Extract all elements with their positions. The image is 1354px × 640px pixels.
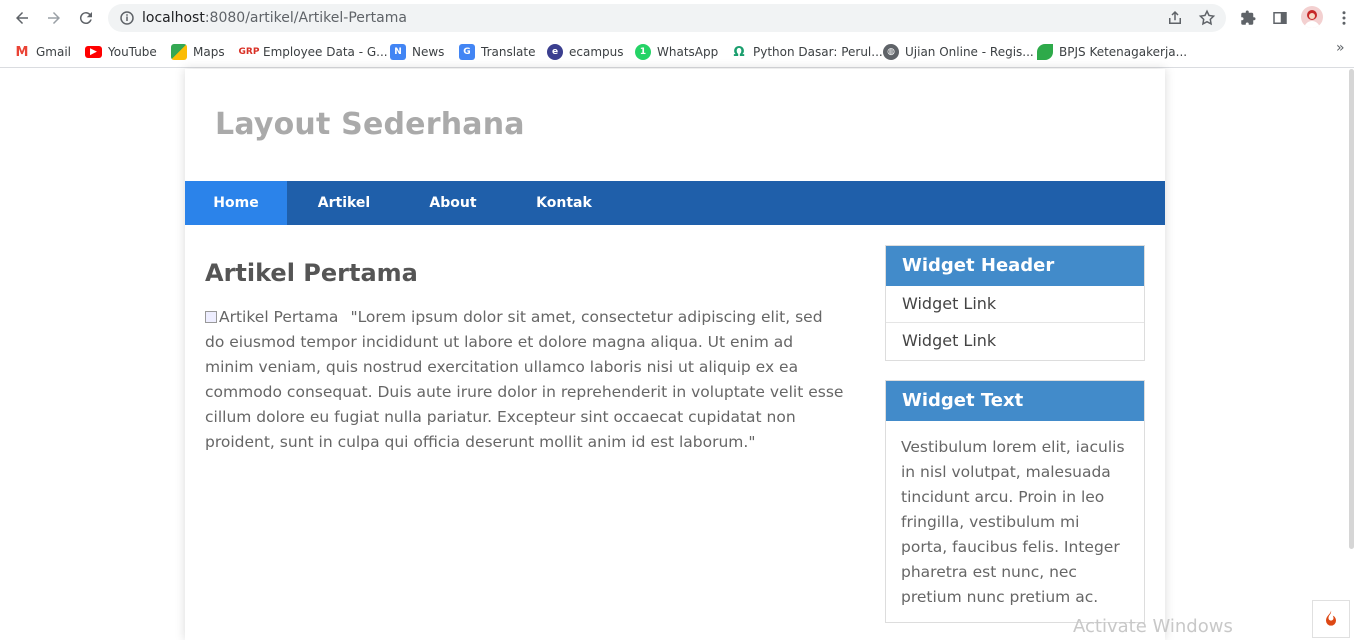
address-bar[interactable]: localhost:8080/artikel/Artikel-Pertama xyxy=(108,4,1226,32)
url-text[interactable]: localhost:8080/artikel/Artikel-Pertama xyxy=(142,10,407,26)
bookmark-translate[interactable]: G Translate xyxy=(459,42,536,62)
bookmark-gmail[interactable]: M Gmail xyxy=(14,42,71,62)
python-icon: Ω xyxy=(733,44,745,60)
bookmark-label: WhatsApp xyxy=(657,45,719,59)
bookmark-label: Python Dasar: Perul... xyxy=(753,45,883,59)
bookmark-ujian-online[interactable]: ◍ Ujian Online - Regis... xyxy=(883,42,1034,62)
maps-icon xyxy=(171,44,187,60)
info-icon[interactable] xyxy=(118,9,136,27)
widget-links: Widget Header Widget Link Widget Link xyxy=(885,245,1145,361)
bookmark-label: ecampus xyxy=(569,45,624,59)
widget-header: Widget Text xyxy=(886,381,1144,421)
widget-header: Widget Header xyxy=(886,246,1144,286)
forward-button[interactable] xyxy=(42,6,66,30)
bookmark-label: YouTube xyxy=(108,45,157,59)
browser-toolbar: localhost:8080/artikel/Artikel-Pertama xyxy=(0,0,1354,36)
bookmark-label: Maps xyxy=(193,45,225,59)
bookmark-maps[interactable]: Maps xyxy=(171,42,225,62)
bpjs-icon xyxy=(1037,44,1053,60)
bookmark-label: BPJS Ketenagakerja... xyxy=(1059,45,1188,59)
news-icon: N xyxy=(390,44,406,60)
profile-avatar[interactable] xyxy=(1301,6,1323,28)
nav-about[interactable]: About xyxy=(401,181,505,225)
bookmark-label: Employee Data - G... xyxy=(263,45,388,59)
kebab-menu-icon xyxy=(1342,11,1346,25)
bookmark-label: Gmail xyxy=(36,45,72,59)
article-body: Artikel Pertama "Lorem ipsum dolor sit am… xyxy=(205,305,845,455)
main-navigation: Home Artikel About Kontak xyxy=(185,181,1165,225)
arrow-right-icon xyxy=(48,12,60,24)
bookmark-bpjs[interactable]: BPJS Ketenagakerja... xyxy=(1037,42,1187,62)
avatar-icon xyxy=(1304,10,1320,28)
bookmark-label: News xyxy=(412,45,445,59)
broken-image-icon xyxy=(205,311,217,323)
widget-link[interactable]: Widget Link xyxy=(886,323,1144,360)
extensions-button[interactable] xyxy=(1238,8,1258,28)
bookmarks-bar: M Gmail ▶ YouTube Maps GRP Employee Data - … xyxy=(0,36,1354,68)
bookmarks-overflow-icon[interactable]: » xyxy=(1336,40,1345,56)
bookmark-youtube[interactable]: ▶ YouTube xyxy=(85,42,157,62)
widget-link[interactable]: Widget Link xyxy=(886,286,1144,323)
flame-icon xyxy=(1326,610,1336,626)
globe-icon: ◍ xyxy=(883,44,899,60)
browser-menu-button[interactable] xyxy=(1334,8,1354,28)
site-title: Layout Sederhana xyxy=(215,107,525,142)
bookmark-python-dasar[interactable]: Ω Python Dasar: Perul... xyxy=(731,42,883,62)
article-title: Artikel Pertama xyxy=(205,259,418,287)
grp-icon: GRP xyxy=(238,47,260,57)
gmail-icon: M xyxy=(15,44,29,60)
star-icon[interactable] xyxy=(1198,9,1216,27)
article-text: "Lorem ipsum dolor sit amet, consectetur… xyxy=(205,308,844,451)
share-icon[interactable] xyxy=(1166,9,1184,27)
widget-text: Widget Text Vestibulum lorem elit, iacul… xyxy=(885,380,1145,623)
nav-artikel[interactable]: Artikel xyxy=(287,181,401,225)
widget-text-body: Vestibulum lorem elit, iaculis in nisl v… xyxy=(901,438,1125,606)
url-host: localhost xyxy=(142,10,205,26)
nav-kontak[interactable]: Kontak xyxy=(505,181,623,225)
arrow-left-icon xyxy=(16,12,28,24)
nav-home[interactable]: Home xyxy=(185,181,287,225)
bookmark-news[interactable]: N News xyxy=(390,42,444,62)
reload-button[interactable] xyxy=(74,6,98,30)
side-panel-button[interactable] xyxy=(1270,8,1290,28)
ecampus-icon: e xyxy=(547,44,563,60)
reload-icon xyxy=(79,12,92,25)
side-panel-icon xyxy=(1273,12,1287,24)
puzzle-icon xyxy=(1241,10,1256,25)
page-container: Layout Sederhana Home Artikel About Kont… xyxy=(185,69,1165,640)
debug-toolbar-button[interactable] xyxy=(1312,600,1350,638)
bookmark-ecampus[interactable]: e ecampus xyxy=(547,42,624,62)
article-image-alt: Artikel Pertama xyxy=(219,308,339,326)
article-image: Artikel Pertama xyxy=(205,308,338,326)
translate-icon: G xyxy=(459,44,475,60)
bookmark-whatsapp[interactable]: 1 WhatsApp xyxy=(635,42,718,62)
whatsapp-icon: 1 xyxy=(635,44,651,60)
bookmark-label: Translate xyxy=(481,45,536,59)
bookmark-employee-data[interactable]: GRP Employee Data - G... xyxy=(238,42,388,62)
youtube-icon: ▶ xyxy=(85,46,102,58)
back-button[interactable] xyxy=(10,6,34,30)
bookmark-label: Ujian Online - Regis... xyxy=(905,45,1034,59)
page-viewport: Layout Sederhana Home Artikel About Kont… xyxy=(0,69,1354,640)
page-scrollbar[interactable] xyxy=(1349,69,1354,549)
url-path: :8080/artikel/Artikel-Pertama xyxy=(204,10,407,26)
activate-windows-watermark: Activate Windows xyxy=(1073,616,1233,637)
